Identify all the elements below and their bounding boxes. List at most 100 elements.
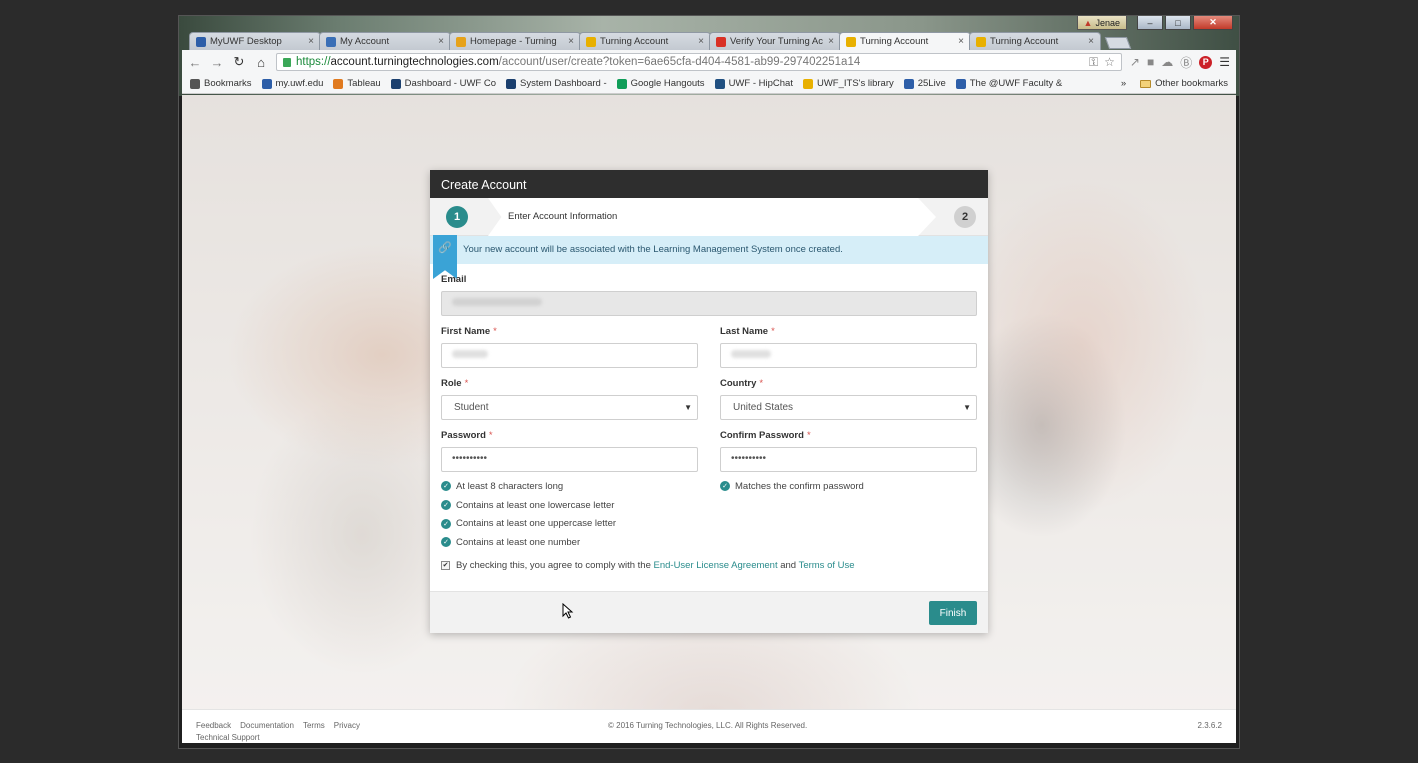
tab-close-icon[interactable]: × — [438, 36, 444, 47]
pinterest-icon[interactable]: P — [1199, 55, 1213, 69]
eula-link[interactable]: End-User License Agreement — [654, 560, 778, 571]
last-name-value-redacted — [731, 350, 771, 358]
profile-button[interactable]: ▲ Jenae — [1076, 16, 1127, 30]
folder-icon — [1140, 79, 1152, 88]
password-field[interactable]: •••••••••• — [441, 447, 698, 472]
bookmark-item[interactable]: The @UWF Faculty & — [955, 78, 1062, 89]
address-bar[interactable]: https://account.turningtechnologies.com/… — [276, 53, 1122, 71]
chevron-down-icon: ▼ — [684, 403, 692, 412]
new-tab-button[interactable] — [1104, 37, 1132, 49]
tab-favicon-icon — [456, 36, 466, 47]
privacy-link[interactable]: Privacy — [334, 721, 360, 730]
chevron-down-icon: ▼ — [963, 403, 971, 412]
and-text: and — [780, 559, 797, 571]
tab[interactable]: MyUWF Desktop × — [189, 32, 321, 50]
bookmark-item[interactable]: Google Hangouts — [616, 78, 705, 89]
terms-of-use-link[interactable]: Terms of Use — [799, 560, 855, 571]
browser-toolbar: ← → ↻ ⌂ https://account.turningtechnolog… — [182, 50, 1236, 74]
info-text: Your new account will be associated with… — [463, 244, 843, 255]
forward-icon[interactable]: → — [210, 55, 224, 70]
check-icon: ✓ — [441, 481, 451, 492]
tab-close-icon[interactable]: × — [828, 36, 834, 47]
card-footer: Finish — [430, 591, 988, 633]
tab-label: Turning Account — [860, 36, 929, 47]
feedback-link[interactable]: Feedback — [196, 721, 231, 730]
bookmark-star-icon[interactable]: ☆ — [1104, 55, 1115, 70]
bookmark-item[interactable]: Tableau — [333, 78, 381, 89]
country-select[interactable]: United States ▼ — [720, 395, 977, 420]
profile-icon: ▲ — [1083, 17, 1093, 28]
tab[interactable]: Homepage - Turning × — [449, 32, 581, 50]
last-name-field[interactable] — [720, 343, 977, 368]
tab-label: My Account — [340, 36, 390, 47]
bookmark-list: Bookmarks my.uwf.edu Tableau Dashboard - UW… — [190, 78, 1062, 89]
tab-favicon-icon — [196, 36, 206, 47]
agree-checkbox[interactable]: ✔ — [441, 560, 450, 570]
technical-support-link[interactable]: Technical Support — [196, 733, 260, 742]
tab-close-icon[interactable]: × — [568, 36, 574, 47]
tab-label: Verify Your Turning Ac — [730, 36, 823, 47]
step-1-label: Enter Account Information — [508, 211, 618, 222]
tab-close-icon[interactable]: × — [958, 36, 964, 47]
minimize-button[interactable]: – — [1137, 16, 1163, 30]
version: 2.3.6.2 — [1197, 721, 1222, 730]
tab[interactable]: My Account × — [319, 32, 451, 50]
bookmark-item[interactable]: UWF - HipChat — [714, 78, 793, 89]
menu-icon[interactable]: ☰ — [1219, 55, 1230, 69]
country-label: Country * — [720, 378, 764, 389]
confirm-password-label: Confirm Password * — [720, 430, 811, 441]
check-icon: ✓ — [441, 518, 451, 529]
bookmark-item[interactable]: my.uwf.edu — [261, 78, 324, 89]
browser-window: ▲ Jenae – □ ✕ MyUWF Desktop × My Account × H… — [178, 15, 1240, 749]
first-name-field[interactable] — [441, 343, 698, 368]
rule-item: ✓ Contains at least one number — [441, 533, 698, 552]
tab-label: Turning Account — [990, 36, 1059, 47]
profile-name: Jenae — [1095, 17, 1120, 28]
key-icon[interactable]: ⚿ — [1089, 55, 1098, 70]
extension-icon[interactable]: ■ — [1147, 55, 1154, 69]
browser-titlebar: ▲ Jenae – □ ✕ MyUWF Desktop × My Account × H… — [179, 16, 1239, 96]
copyright: © 2016 Turning Technologies, LLC. All Ri… — [608, 721, 808, 730]
reload-icon[interactable]: ↻ — [232, 54, 246, 70]
terms-link[interactable]: Terms — [303, 721, 325, 730]
documentation-link[interactable]: Documentation — [240, 721, 294, 730]
share-icon[interactable]: ↗ — [1130, 55, 1140, 69]
tab[interactable]: Turning Account × — [839, 32, 971, 50]
bookmark-item[interactable]: 25Live — [903, 78, 946, 89]
other-bookmarks[interactable]: Other bookmarks — [1140, 78, 1228, 89]
tab-favicon-icon — [586, 36, 596, 47]
bookmark-icon — [261, 78, 272, 89]
email-field[interactable] — [441, 291, 977, 316]
tab[interactable]: Turning Account × — [969, 32, 1101, 50]
role-select[interactable]: Student ▼ — [441, 395, 698, 420]
confirm-password-value: •••••••••• — [731, 453, 767, 464]
bookmark-icon — [506, 78, 517, 89]
maximize-button[interactable]: □ — [1165, 16, 1191, 30]
check-icon: ✓ — [441, 537, 451, 548]
tab-close-icon[interactable]: × — [698, 36, 704, 47]
lock-icon — [283, 57, 291, 67]
b-extension-icon[interactable]: Ⓑ — [1180, 54, 1192, 71]
bookmark-item[interactable]: Bookmarks — [190, 78, 252, 89]
bookmark-item[interactable]: Dashboard - UWF Co — [390, 78, 496, 89]
bookmark-item[interactable]: UWF_ITS's library — [802, 78, 894, 89]
bookmark-item[interactable]: System Dashboard - — [506, 78, 607, 89]
tab-label: Turning Account — [600, 36, 669, 47]
bookmark-label: my.uwf.edu — [275, 78, 324, 89]
bookmark-icon — [714, 78, 725, 89]
cloud-icon[interactable]: ☁ — [1161, 55, 1173, 69]
close-window-button[interactable]: ✕ — [1193, 16, 1233, 30]
account-form: Email First Name * Last Name * Role * St… — [430, 264, 988, 571]
step-indicator: 1 Enter Account Information 2 — [430, 198, 988, 236]
back-icon[interactable]: ← — [188, 55, 202, 70]
finish-button[interactable]: Finish — [929, 601, 977, 625]
tab[interactable]: Turning Account × — [579, 32, 711, 50]
tab[interactable]: Verify Your Turning Ac × — [709, 32, 841, 50]
tab-close-icon[interactable]: × — [308, 36, 314, 47]
confirm-password-field[interactable]: •••••••••• — [720, 447, 977, 472]
home-icon[interactable]: ⌂ — [254, 55, 268, 70]
tab-close-icon[interactable]: × — [1088, 36, 1094, 47]
rule-item: ✓ Contains at least one lowercase letter — [441, 496, 698, 515]
check-icon: ✓ — [441, 500, 451, 511]
more-bookmarks-button[interactable]: » — [1121, 78, 1126, 89]
